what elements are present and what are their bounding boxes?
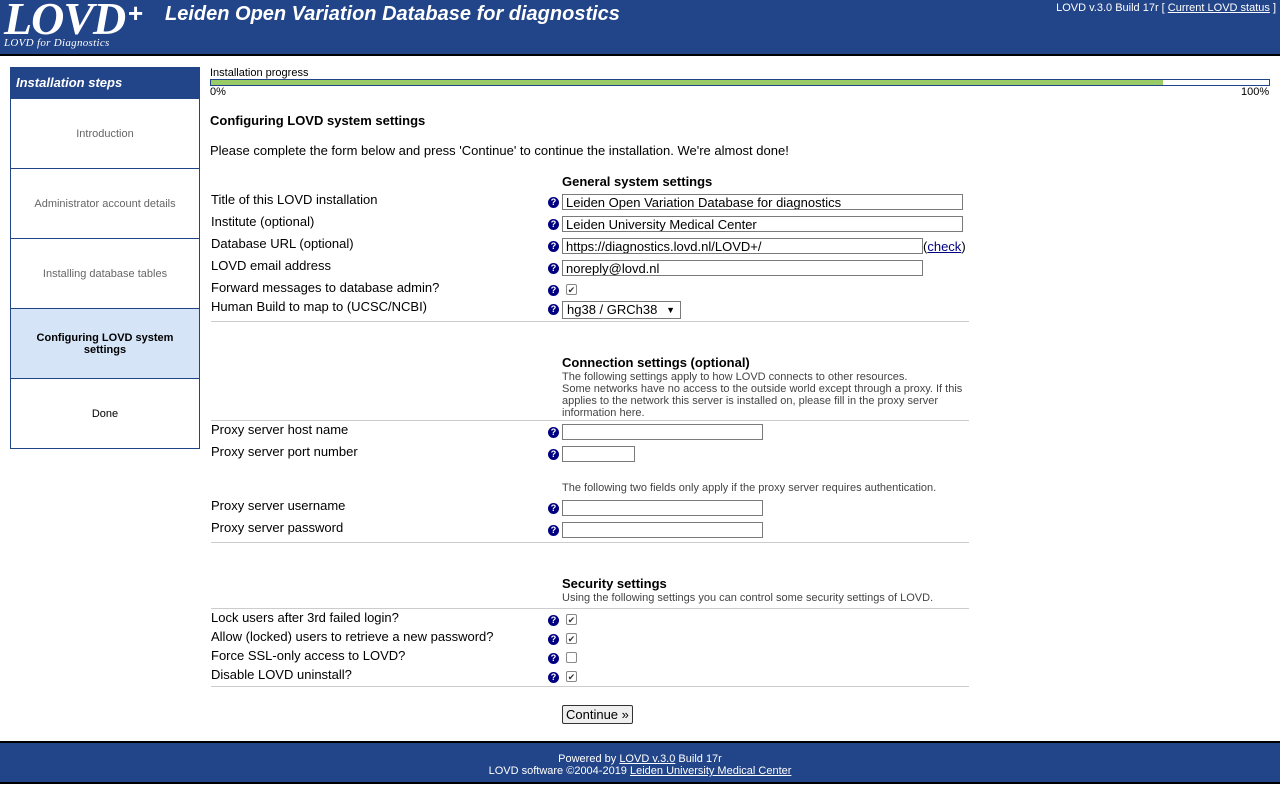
lock-users-label: Lock users after 3rd failed login? — [211, 610, 399, 625]
connection-settings-heading: Connection settings (optional) — [562, 355, 750, 370]
proxy-username-label: Proxy server username — [211, 498, 346, 513]
footer-powered-line: Powered by LOVD v.3.0 Build 17r — [0, 753, 1280, 765]
help-icon[interactable]: ? — [548, 285, 559, 296]
header-bar: LOVD + LOVD for Diagnostics Leiden Open … — [0, 0, 1280, 56]
logo-subtitle: LOVD for Diagnostics — [4, 37, 110, 49]
disable-uninstall-checkbox[interactable]: ✔ — [566, 671, 577, 682]
email-input[interactable] — [562, 260, 923, 276]
retrieve-password-checkbox[interactable]: ✔ — [566, 633, 577, 644]
installation-steps-panel: Installation steps Introduction Administ… — [10, 67, 200, 449]
institute-input[interactable] — [562, 216, 963, 232]
force-ssl-checkbox[interactable] — [566, 652, 577, 663]
proxy-port-input[interactable] — [562, 446, 635, 462]
proxy-port-label: Proxy server port number — [211, 444, 358, 459]
url-input[interactable] — [562, 238, 923, 254]
security-note: Using the following settings you can con… — [562, 592, 934, 604]
connection-note-2: Some networks have no access to the outs… — [562, 383, 963, 419]
chevron-down-icon: ▼ — [666, 305, 675, 315]
help-icon[interactable]: ? — [548, 263, 559, 274]
logo-plus: + — [128, 0, 144, 28]
help-icon[interactable]: ? — [548, 634, 559, 645]
step-configuring-settings: Configuring LOVD system settings — [11, 308, 199, 378]
title-label: Title of this LOVD installation — [211, 192, 378, 207]
version-info: LOVD v.3.0 Build 17r [ Current LOVD stat… — [1056, 2, 1276, 14]
help-icon[interactable]: ? — [548, 219, 559, 230]
lovd-version-link[interactable]: LOVD v.3.0 — [619, 753, 675, 765]
institute-label: Institute (optional) — [211, 214, 315, 229]
progress-label: Installation progress — [210, 67, 309, 79]
proxy-auth-note: The following two fields only apply if t… — [562, 482, 937, 494]
copyright-text: LOVD software ©2004-2019 — [488, 765, 627, 777]
lumc-link[interactable]: Leiden University Medical Center — [630, 765, 791, 777]
powered-suffix: Build 17r — [678, 753, 722, 765]
email-label: LOVD email address — [211, 258, 331, 273]
build-select[interactable]: hg38 / GRCh38 ▼ — [562, 301, 681, 319]
help-icon[interactable]: ? — [548, 304, 559, 315]
help-icon[interactable]: ? — [548, 615, 559, 626]
force-ssl-label: Force SSL-only access to LOVD? — [211, 648, 406, 663]
step-installing-tables: Installing database tables — [11, 238, 199, 308]
check-close: ) — [961, 239, 966, 254]
footer: Powered by LOVD v.3.0 Build 17r LOVD sof… — [0, 741, 1280, 784]
powered-prefix: Powered by — [558, 753, 617, 765]
forward-label: Forward messages to database admin? — [211, 280, 440, 295]
separator — [211, 608, 969, 609]
forward-checkbox[interactable]: ✔ — [566, 284, 577, 295]
footer-copyright-line: LOVD software ©2004-2019 Leiden Universi… — [0, 765, 1280, 777]
step-administrator-account: Administrator account details — [11, 168, 199, 238]
lock-users-checkbox[interactable]: ✔ — [566, 614, 577, 625]
step-done: Done — [11, 378, 199, 448]
connection-note-1: The following settings apply to how LOVD… — [562, 371, 908, 383]
help-icon[interactable]: ? — [548, 672, 559, 683]
disable-uninstall-label: Disable LOVD uninstall? — [211, 667, 352, 682]
proxy-username-input[interactable] — [562, 500, 763, 516]
build-label: Human Build to map to (UCSC/NCBI) — [211, 299, 428, 314]
continue-button[interactable]: Continue » — [562, 705, 633, 724]
intro-text: Please complete the form below and press… — [210, 143, 789, 158]
url-label: Database URL (optional) — [211, 236, 354, 251]
help-icon[interactable]: ? — [548, 197, 559, 208]
version-suffix: ] — [1272, 2, 1276, 14]
title-input[interactable] — [562, 194, 963, 210]
general-settings-heading: General system settings — [562, 174, 713, 189]
build-select-value: hg38 / GRCh38 — [567, 302, 658, 317]
retrieve-password-label: Allow (locked) users to retrieve a new p… — [211, 629, 494, 644]
check-url-wrapper: (check) — [923, 239, 966, 254]
site-title: Leiden Open Variation Database for diagn… — [165, 3, 620, 25]
lovd-logo[interactable]: LOVD + LOVD for Diagnostics — [4, 0, 149, 50]
connection-note: The following settings apply to how LOVD… — [562, 371, 966, 419]
progress-min-label: 0% — [210, 86, 226, 98]
help-icon[interactable]: ? — [548, 653, 559, 664]
security-settings-heading: Security settings — [562, 576, 667, 591]
page-title: Configuring LOVD system settings — [210, 113, 426, 128]
steps-heading: Installation steps — [11, 68, 199, 98]
progress-fill — [211, 80, 1164, 85]
separator — [211, 321, 969, 322]
help-icon[interactable]: ? — [548, 427, 559, 438]
progress-bar — [210, 79, 1270, 86]
proxy-password-label: Proxy server password — [211, 520, 344, 535]
proxy-host-label: Proxy server host name — [211, 422, 349, 437]
version-text: LOVD v.3.0 Build 17r [ — [1056, 2, 1165, 14]
proxy-password-input[interactable] — [562, 522, 763, 538]
current-status-link[interactable]: Current LOVD status — [1168, 2, 1270, 14]
help-icon[interactable]: ? — [548, 241, 559, 252]
check-url-link[interactable]: check — [927, 239, 961, 254]
separator — [211, 420, 969, 421]
separator — [211, 686, 969, 687]
separator — [211, 542, 969, 543]
help-icon[interactable]: ? — [548, 525, 559, 536]
step-introduction: Introduction — [11, 98, 199, 168]
progress-max-label: 100% — [1241, 86, 1270, 98]
help-icon[interactable]: ? — [548, 449, 559, 460]
help-icon[interactable]: ? — [548, 503, 559, 514]
proxy-host-input[interactable] — [562, 424, 763, 440]
